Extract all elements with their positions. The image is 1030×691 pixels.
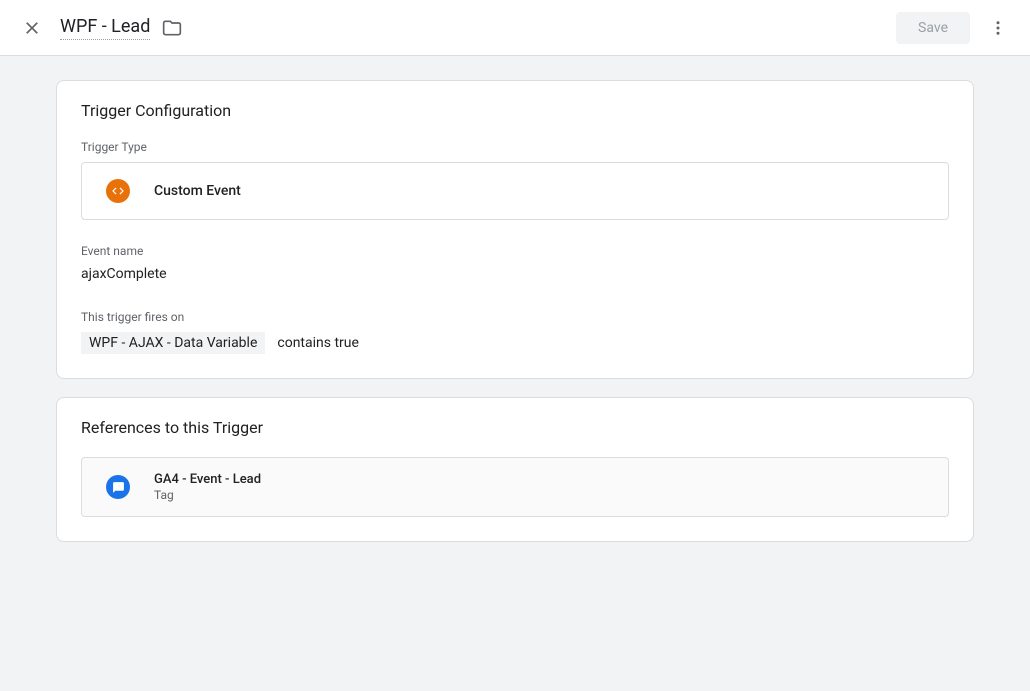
reference-item[interactable]: GA4 - Event - Lead Tag xyxy=(81,457,949,517)
trigger-config-card: Trigger Configuration Trigger Type Custo… xyxy=(56,80,974,379)
more-menu-button[interactable] xyxy=(978,8,1018,48)
trigger-type-selector[interactable]: Custom Event xyxy=(81,162,949,220)
content-area: Trigger Configuration Trigger Type Custo… xyxy=(0,56,1030,584)
condition-text: contains true xyxy=(277,335,359,351)
condition-variable: WPF - AJAX - Data Variable xyxy=(81,332,265,354)
trigger-type-label: Trigger Type xyxy=(81,140,949,154)
more-vert-icon xyxy=(989,19,1007,37)
save-button[interactable]: Save xyxy=(896,12,970,44)
event-name-label: Event name xyxy=(81,244,949,258)
close-icon xyxy=(22,18,42,38)
reference-type: Tag xyxy=(154,488,261,502)
tag-icon xyxy=(106,475,130,499)
header-bar: WPF - Lead Save xyxy=(0,0,1030,56)
reference-name: GA4 - Event - Lead xyxy=(154,472,261,487)
folder-icon xyxy=(162,18,182,38)
trigger-type-value: Custom Event xyxy=(154,183,241,199)
folder-button[interactable] xyxy=(162,18,182,38)
close-button[interactable] xyxy=(12,8,52,48)
references-title: References to this Trigger xyxy=(81,418,949,437)
trigger-condition: WPF - AJAX - Data Variable contains true xyxy=(81,332,949,354)
event-name-value: ajaxComplete xyxy=(81,266,949,282)
references-card: References to this Trigger GA4 - Event -… xyxy=(56,397,974,542)
page-title[interactable]: WPF - Lead xyxy=(60,16,150,40)
fires-on-label: This trigger fires on xyxy=(81,310,949,324)
trigger-config-title: Trigger Configuration xyxy=(81,101,949,120)
custom-event-icon xyxy=(106,179,130,203)
